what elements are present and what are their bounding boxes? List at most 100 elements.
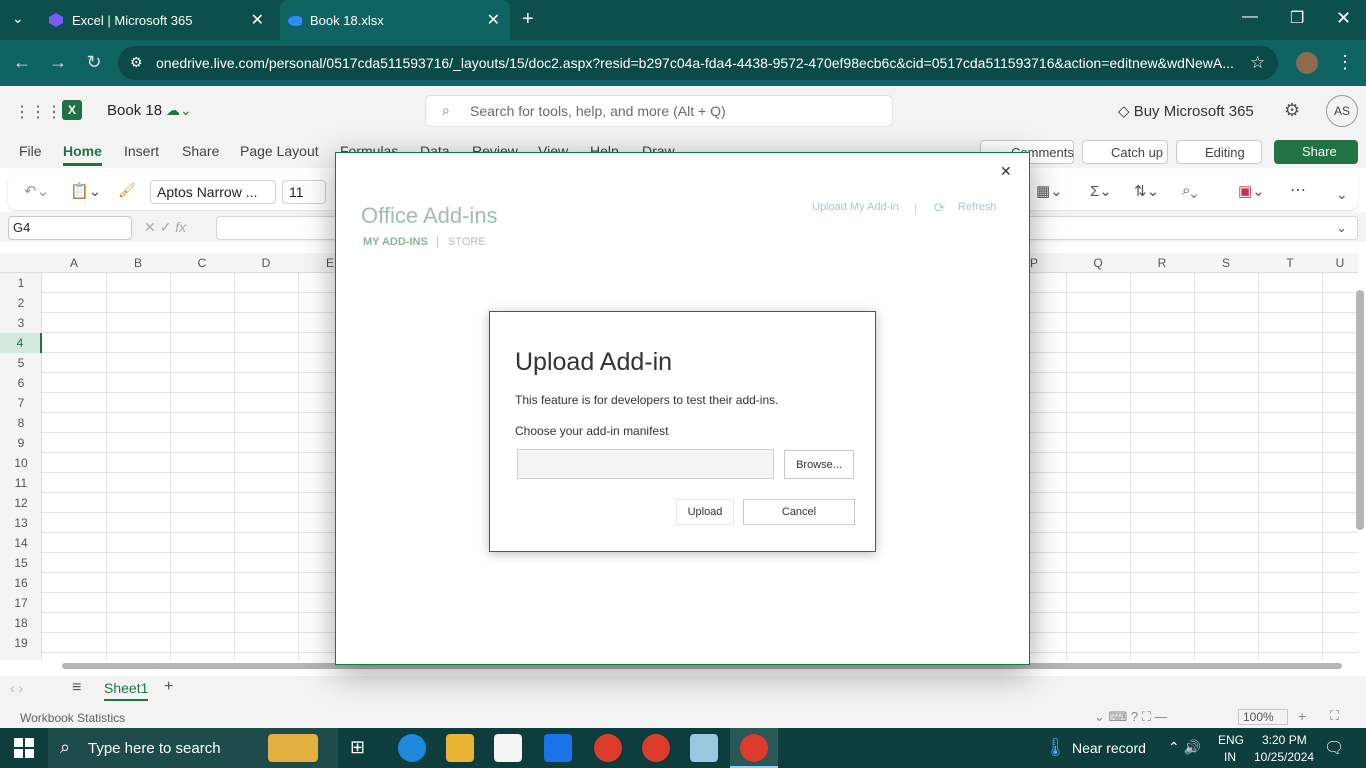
bookmark-star-icon[interactable]: ☆ bbox=[1250, 53, 1265, 73]
name-box[interactable]: G4 bbox=[8, 216, 132, 240]
notification-icon[interactable]: 🗨 bbox=[1324, 738, 1344, 758]
edge-icon[interactable] bbox=[398, 734, 426, 762]
row-header[interactable]: 18 bbox=[0, 613, 42, 633]
row-header[interactable]: 1 bbox=[0, 273, 42, 293]
row-header[interactable]: 7 bbox=[0, 393, 42, 413]
file-explorer-icon[interactable] bbox=[446, 734, 474, 762]
col-header[interactable]: U bbox=[1322, 253, 1358, 273]
saved-cloud-icon[interactable]: ☁⌄ bbox=[166, 102, 192, 119]
back-icon[interactable]: ← bbox=[10, 52, 34, 73]
lang-eng[interactable]: ENG bbox=[1218, 733, 1244, 747]
search-input[interactable]: ⌕ Search for tools, help, and more (Alt … bbox=[425, 95, 893, 127]
menu-share[interactable]: Share bbox=[182, 143, 219, 159]
chrome-profile-icon[interactable] bbox=[642, 734, 670, 762]
row-header[interactable]: 15 bbox=[0, 553, 42, 573]
more-options-icon[interactable]: ⋯ bbox=[1290, 180, 1306, 200]
lang-in[interactable]: IN bbox=[1224, 750, 1236, 764]
undo-icon[interactable]: ↶⌄ bbox=[24, 182, 49, 200]
all-sheets-icon[interactable]: ≡ bbox=[72, 679, 81, 697]
row-header[interactable]: 14 bbox=[0, 533, 42, 553]
zoom-in-icon[interactable]: + bbox=[1298, 708, 1306, 724]
browse-button[interactable]: Browse... bbox=[784, 450, 854, 479]
store-icon[interactable] bbox=[494, 734, 522, 762]
row-header[interactable]: 3 bbox=[0, 313, 42, 333]
row-header[interactable]: 16 bbox=[0, 573, 42, 593]
doc-title[interactable]: Book 18 bbox=[107, 102, 162, 119]
font-select[interactable]: Aptos Narrow ... bbox=[150, 180, 276, 204]
col-header[interactable]: C bbox=[170, 253, 234, 273]
sheet-nav-icons[interactable]: ‹ › bbox=[10, 680, 23, 696]
chrome-active-icon[interactable] bbox=[740, 734, 768, 762]
row-header[interactable]: 19 bbox=[0, 633, 42, 653]
font-size-select[interactable]: 11 bbox=[282, 180, 326, 204]
fit-to-window-icon[interactable]: ⛶ bbox=[1330, 708, 1339, 724]
status-icons[interactable]: ⌄ ⌨ ? ⛶ — bbox=[1094, 709, 1167, 725]
sort-filter-icon[interactable]: ⇅⌄ bbox=[1134, 182, 1159, 200]
tray-icons[interactable]: ⌃ 🔊 bbox=[1168, 739, 1201, 756]
reload-icon[interactable]: ↻ bbox=[82, 52, 106, 73]
col-header[interactable]: S bbox=[1194, 253, 1258, 273]
row-header[interactable]: 9 bbox=[0, 433, 42, 453]
col-header[interactable]: A bbox=[42, 253, 106, 273]
col-header[interactable]: R bbox=[1130, 253, 1194, 273]
tab-excel[interactable]: Excel | Microsoft 365 ✕ bbox=[40, 0, 274, 40]
restore-icon[interactable]: ❐ bbox=[1290, 8, 1304, 28]
taskbar-search[interactable]: ⌕ Type here to search bbox=[48, 728, 338, 768]
windows-start-icon[interactable] bbox=[14, 738, 34, 761]
zoom-select[interactable]: 100% bbox=[1238, 709, 1288, 725]
row-header[interactable]: 4 bbox=[0, 333, 42, 353]
row-header[interactable]: 8 bbox=[0, 413, 42, 433]
tab-search-icon[interactable]: ⌄ bbox=[12, 10, 30, 30]
col-header[interactable]: B bbox=[106, 253, 170, 273]
editing-button[interactable]: Editing bbox=[1176, 140, 1262, 164]
manifest-file-input[interactable] bbox=[517, 449, 774, 479]
close-icon[interactable]: ✕ bbox=[1000, 163, 1012, 180]
autosum-icon[interactable]: Σ⌄ bbox=[1090, 182, 1112, 200]
row-header[interactable]: 10 bbox=[0, 453, 42, 473]
menu-page-layout[interactable]: Page Layout bbox=[240, 143, 319, 159]
add-sheet-icon[interactable]: + bbox=[164, 678, 173, 696]
clock-date[interactable]: 10/25/2024 bbox=[1254, 750, 1314, 764]
close-icon[interactable]: ✕ bbox=[487, 10, 500, 30]
ribbon-expand-icon[interactable]: ⌄ bbox=[1336, 186, 1348, 203]
format-painter-icon[interactable]: 🖌 bbox=[118, 182, 136, 199]
minimize-icon[interactable]: — bbox=[1242, 8, 1258, 26]
forward-icon[interactable]: → bbox=[46, 52, 70, 73]
share-button[interactable]: Share bbox=[1274, 140, 1358, 164]
task-view-icon[interactable]: ⊞ bbox=[350, 737, 365, 758]
addins-icon[interactable]: ▣⌄ bbox=[1238, 182, 1265, 200]
buy-button[interactable]: ◇ Buy Microsoft 365 bbox=[1118, 102, 1254, 120]
notepad-icon[interactable] bbox=[690, 734, 718, 762]
clock-time[interactable]: 3:20 PM bbox=[1262, 733, 1307, 747]
row-header[interactable]: 6 bbox=[0, 373, 42, 393]
vertical-scrollbar[interactable] bbox=[1356, 290, 1364, 530]
col-header[interactable]: D bbox=[234, 253, 298, 273]
row-header[interactable]: 11 bbox=[0, 473, 42, 493]
sheet-tab[interactable]: Sheet1 bbox=[104, 680, 149, 701]
mail-icon[interactable] bbox=[544, 734, 572, 762]
tab-my-addins[interactable]: MY ADD-INS bbox=[363, 236, 428, 248]
close-icon[interactable]: ✕ bbox=[251, 10, 264, 30]
formula-expand-icon[interactable]: ⌄ bbox=[1336, 220, 1347, 236]
settings-gear-icon[interactable]: ⚙ bbox=[1284, 100, 1300, 121]
col-header[interactable]: T bbox=[1258, 253, 1322, 273]
profile-avatar[interactable] bbox=[1296, 52, 1318, 74]
upload-my-addin-link[interactable]: Upload My Add-in bbox=[812, 201, 899, 213]
row-header[interactable]: 17 bbox=[0, 593, 42, 613]
cancel-button[interactable]: Cancel bbox=[743, 499, 855, 525]
refresh-icon[interactable]: ⟳ bbox=[934, 200, 945, 216]
find-icon[interactable]: ⌕⌄ bbox=[1182, 182, 1197, 199]
refresh-link[interactable]: Refresh bbox=[958, 201, 997, 213]
borders-icon[interactable]: ▦⌄ bbox=[1036, 182, 1063, 200]
weather-text[interactable]: Near record bbox=[1072, 740, 1146, 756]
tab-store[interactable]: STORE bbox=[448, 236, 486, 248]
col-header[interactable]: Q bbox=[1066, 253, 1130, 273]
new-tab-icon[interactable]: + bbox=[522, 8, 534, 31]
app-launcher-icon[interactable]: ⋮⋮⋮ bbox=[14, 102, 62, 122]
tab-book18[interactable]: Book 18.xlsx ✕ bbox=[280, 0, 510, 40]
account-avatar[interactable]: AS bbox=[1326, 95, 1358, 127]
row-header[interactable]: 13 bbox=[0, 513, 42, 533]
row-header[interactable]: 5 bbox=[0, 353, 42, 373]
workbook-statistics[interactable]: Workbook Statistics bbox=[20, 711, 125, 725]
site-info-icon[interactable]: ⚙ bbox=[130, 54, 143, 71]
